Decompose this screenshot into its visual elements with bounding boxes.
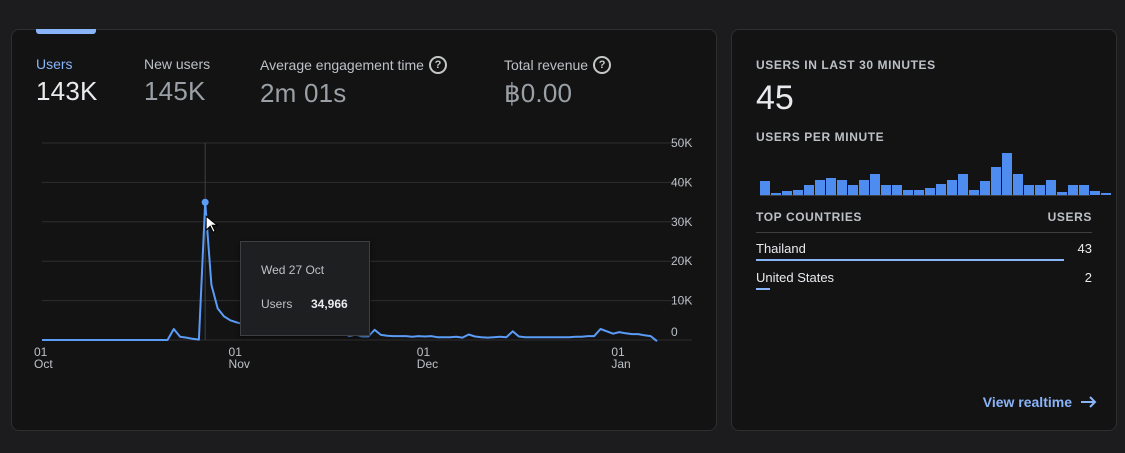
tooltip-value: 34,966 (311, 297, 348, 311)
x-tick-month: Jan (611, 357, 630, 371)
view-realtime-link[interactable]: View realtime (983, 394, 1098, 410)
users-per-minute-label: USERS PER MINUTE (756, 130, 885, 144)
x-tick-month: Oct (34, 357, 53, 371)
minute-bar[interactable] (925, 188, 935, 195)
top-countries-header: TOP COUNTRIES USERS (756, 210, 1092, 233)
highlight-point (201, 198, 209, 206)
minute-bar[interactable] (804, 185, 814, 195)
minute-bar[interactable] (881, 185, 891, 195)
minute-bar[interactable] (1013, 174, 1023, 195)
users-column-label: USERS (1047, 210, 1092, 224)
tooltip-date: Wed 27 Oct (261, 263, 325, 277)
y-tick-label: 50K (671, 136, 692, 150)
country-row: United States 2 (756, 270, 1092, 298)
y-tick-label: 40K (671, 175, 692, 189)
minute-bar[interactable] (1079, 185, 1089, 195)
minute-bar[interactable] (947, 180, 957, 195)
minute-bar[interactable] (958, 174, 968, 195)
overview-card: Users 143K New users 145K Average engage… (11, 29, 717, 431)
country-share-bar (756, 288, 1078, 290)
realtime-card: USERS IN LAST 30 MINUTES 45 USERS PER MI… (731, 29, 1117, 431)
country-value: 43 (1077, 241, 1092, 256)
minute-bar[interactable] (870, 174, 880, 195)
minute-bar[interactable] (1035, 184, 1045, 195)
country-row: Thailand 43 (756, 241, 1092, 269)
minute-bar[interactable] (826, 177, 836, 195)
arrow-right-icon (1081, 396, 1097, 408)
minute-bar[interactable] (837, 180, 847, 195)
minute-bar[interactable] (1101, 192, 1111, 195)
minute-bar[interactable] (1068, 185, 1078, 195)
minute-bar[interactable] (815, 180, 825, 195)
minute-bar[interactable] (1090, 190, 1100, 195)
country-name: United States (756, 270, 835, 285)
top-countries-label: TOP COUNTRIES (756, 210, 863, 224)
realtime-user-count: 45 (756, 79, 794, 117)
y-tick-label: 20K (671, 254, 692, 268)
view-realtime-label: View realtime (982, 394, 1072, 410)
minute-bar[interactable] (936, 183, 946, 195)
minute-bar[interactable] (892, 185, 902, 195)
country-name: Thailand (756, 241, 806, 256)
minute-bar[interactable] (1046, 180, 1056, 195)
x-tick-month: Dec (417, 357, 438, 371)
chart-tooltip: Wed 27 Oct Users 34,966 (240, 241, 370, 336)
minute-bar[interactable] (760, 181, 770, 195)
minute-bar[interactable] (848, 184, 858, 195)
tooltip-label: Users (261, 297, 293, 311)
country-share-bar (756, 259, 1078, 261)
country-value: 2 (1084, 270, 1092, 285)
minute-bar[interactable] (980, 181, 990, 195)
minute-bar[interactable] (1002, 153, 1012, 195)
y-tick-label: 10K (671, 294, 692, 308)
users-line-chart[interactable]: 50K40K30K20K10K001Oct01Nov01Dec01Jan (12, 30, 718, 390)
minute-bar[interactable] (859, 180, 869, 195)
y-tick-label: 30K (671, 215, 692, 229)
minute-bar[interactable] (1024, 184, 1034, 195)
y-tick-label: 0 (671, 325, 678, 339)
x-tick-month: Nov (229, 357, 250, 371)
realtime-title: USERS IN LAST 30 MINUTES (756, 58, 936, 72)
minute-bar[interactable] (991, 167, 1001, 195)
mini-chart-baseline (760, 195, 1090, 196)
